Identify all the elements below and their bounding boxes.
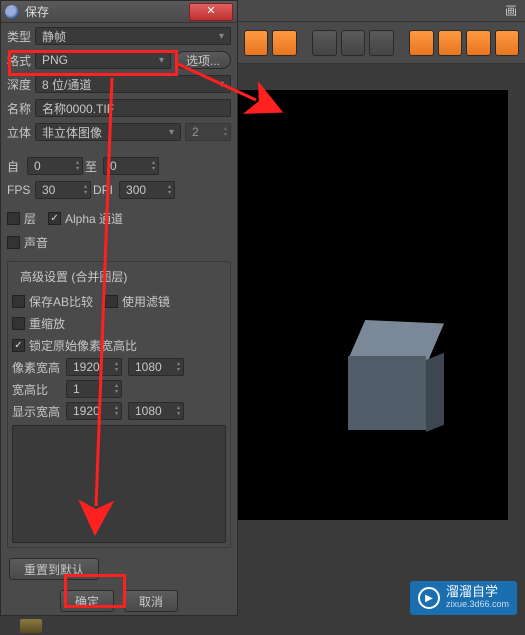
dpi-label: DPI <box>93 183 113 197</box>
watermark: ▶ 溜溜自学 zixue.3d66.com <box>410 581 517 615</box>
use-filter-checkbox[interactable] <box>105 295 118 308</box>
save-ab-label: 保存AB比较 <box>29 293 93 310</box>
name-label: 名称 <box>7 100 35 117</box>
watermark-url: zixue.3d66.com <box>446 598 509 610</box>
type-dropdown[interactable]: 静帧 <box>35 27 231 45</box>
toolbar-icon[interactable] <box>466 30 490 56</box>
preview-area <box>12 425 226 543</box>
pixel-width-input[interactable]: 1920 <box>66 358 122 376</box>
fps-label: FPS <box>7 183 35 197</box>
format-label: 格式 <box>7 52 35 69</box>
ok-button[interactable]: 确定 <box>60 590 114 612</box>
lock-ratio-label: 锁定原始像素宽高比 <box>29 337 137 354</box>
stereo-count: 2 <box>185 123 231 141</box>
toolbar-icon[interactable] <box>272 30 296 56</box>
alpha-label: Alpha 通道 <box>65 210 123 227</box>
thumbnail-icon[interactable] <box>20 619 42 633</box>
viewport-toolbar <box>238 22 525 64</box>
close-button[interactable]: ✕ <box>189 3 233 21</box>
toolbar-icon[interactable] <box>438 30 462 56</box>
viewport-title: 画 <box>238 0 525 22</box>
aspect-input[interactable]: 1 <box>66 380 122 398</box>
play-icon: ▶ <box>418 587 440 609</box>
toolbar-icon[interactable] <box>244 30 268 56</box>
aspect-label: 宽高比 <box>12 381 66 398</box>
dpi-input[interactable]: 300 <box>119 181 175 199</box>
save-dialog: 保存 ✕ 类型 静帧 格式 PNG 选项... 深度 8 位/通道 名称 名称0… <box>0 0 238 616</box>
toolbar-icon[interactable] <box>495 30 519 56</box>
from-input[interactable]: 0 <box>27 157 83 175</box>
display-height-input[interactable]: 1080 <box>128 402 184 420</box>
toolbar-icon[interactable] <box>409 30 433 56</box>
layer-label: 层 <box>24 210 36 227</box>
advanced-legend: 高级设置 (合并图层) <box>16 268 131 285</box>
format-dropdown[interactable]: PNG <box>35 51 171 69</box>
bottom-bar <box>0 616 238 635</box>
rescale-checkbox[interactable] <box>12 317 25 330</box>
cancel-button[interactable]: 取消 <box>124 590 178 612</box>
sound-label: 声音 <box>24 234 48 251</box>
to-input[interactable]: 0 <box>103 157 159 175</box>
stereo-dropdown[interactable]: 非立体图像 <box>35 123 181 141</box>
depth-dropdown[interactable]: 8 位/通道 <box>35 75 231 93</box>
from-label: 自 <box>7 158 27 175</box>
display-width-input[interactable]: 1920 <box>66 402 122 420</box>
pixel-height-input[interactable]: 1080 <box>128 358 184 376</box>
sound-checkbox[interactable] <box>7 236 20 249</box>
dialog-title: 保存 <box>25 3 189 20</box>
render-view <box>238 90 508 520</box>
options-button[interactable]: 选项... <box>175 51 231 69</box>
toolbar-icon[interactable] <box>341 30 365 56</box>
use-filter-label: 使用滤镜 <box>122 293 170 310</box>
rendered-cube <box>348 320 444 430</box>
to-label: 至 <box>85 158 97 175</box>
stereo-label: 立体 <box>7 124 35 141</box>
pixel-wh-label: 像素宽高 <box>12 359 66 376</box>
fps-input[interactable]: 30 <box>35 181 91 199</box>
app-icon <box>5 5 19 19</box>
dialog-titlebar: 保存 ✕ <box>1 1 237 23</box>
toolbar-icon[interactable] <box>369 30 393 56</box>
toolbar-icon[interactable] <box>312 30 336 56</box>
name-input[interactable]: 名称0000.TIF <box>35 99 231 117</box>
layer-checkbox[interactable] <box>7 212 20 225</box>
advanced-fieldset: 高级设置 (合并图层) 保存AB比较 使用滤镜 重缩放 ✓ 锁定原始像素宽高比 … <box>7 261 231 548</box>
rescale-label: 重缩放 <box>29 315 65 332</box>
watermark-brand: 溜溜自学 <box>446 584 498 599</box>
reset-button[interactable]: 重置到默认 <box>9 558 99 580</box>
alpha-checkbox[interactable]: ✓ <box>48 212 61 225</box>
type-label: 类型 <box>7 28 35 45</box>
lock-ratio-checkbox[interactable]: ✓ <box>12 339 25 352</box>
display-wh-label: 显示宽高 <box>12 403 66 420</box>
save-ab-checkbox[interactable] <box>12 295 25 308</box>
depth-label: 深度 <box>7 76 35 93</box>
